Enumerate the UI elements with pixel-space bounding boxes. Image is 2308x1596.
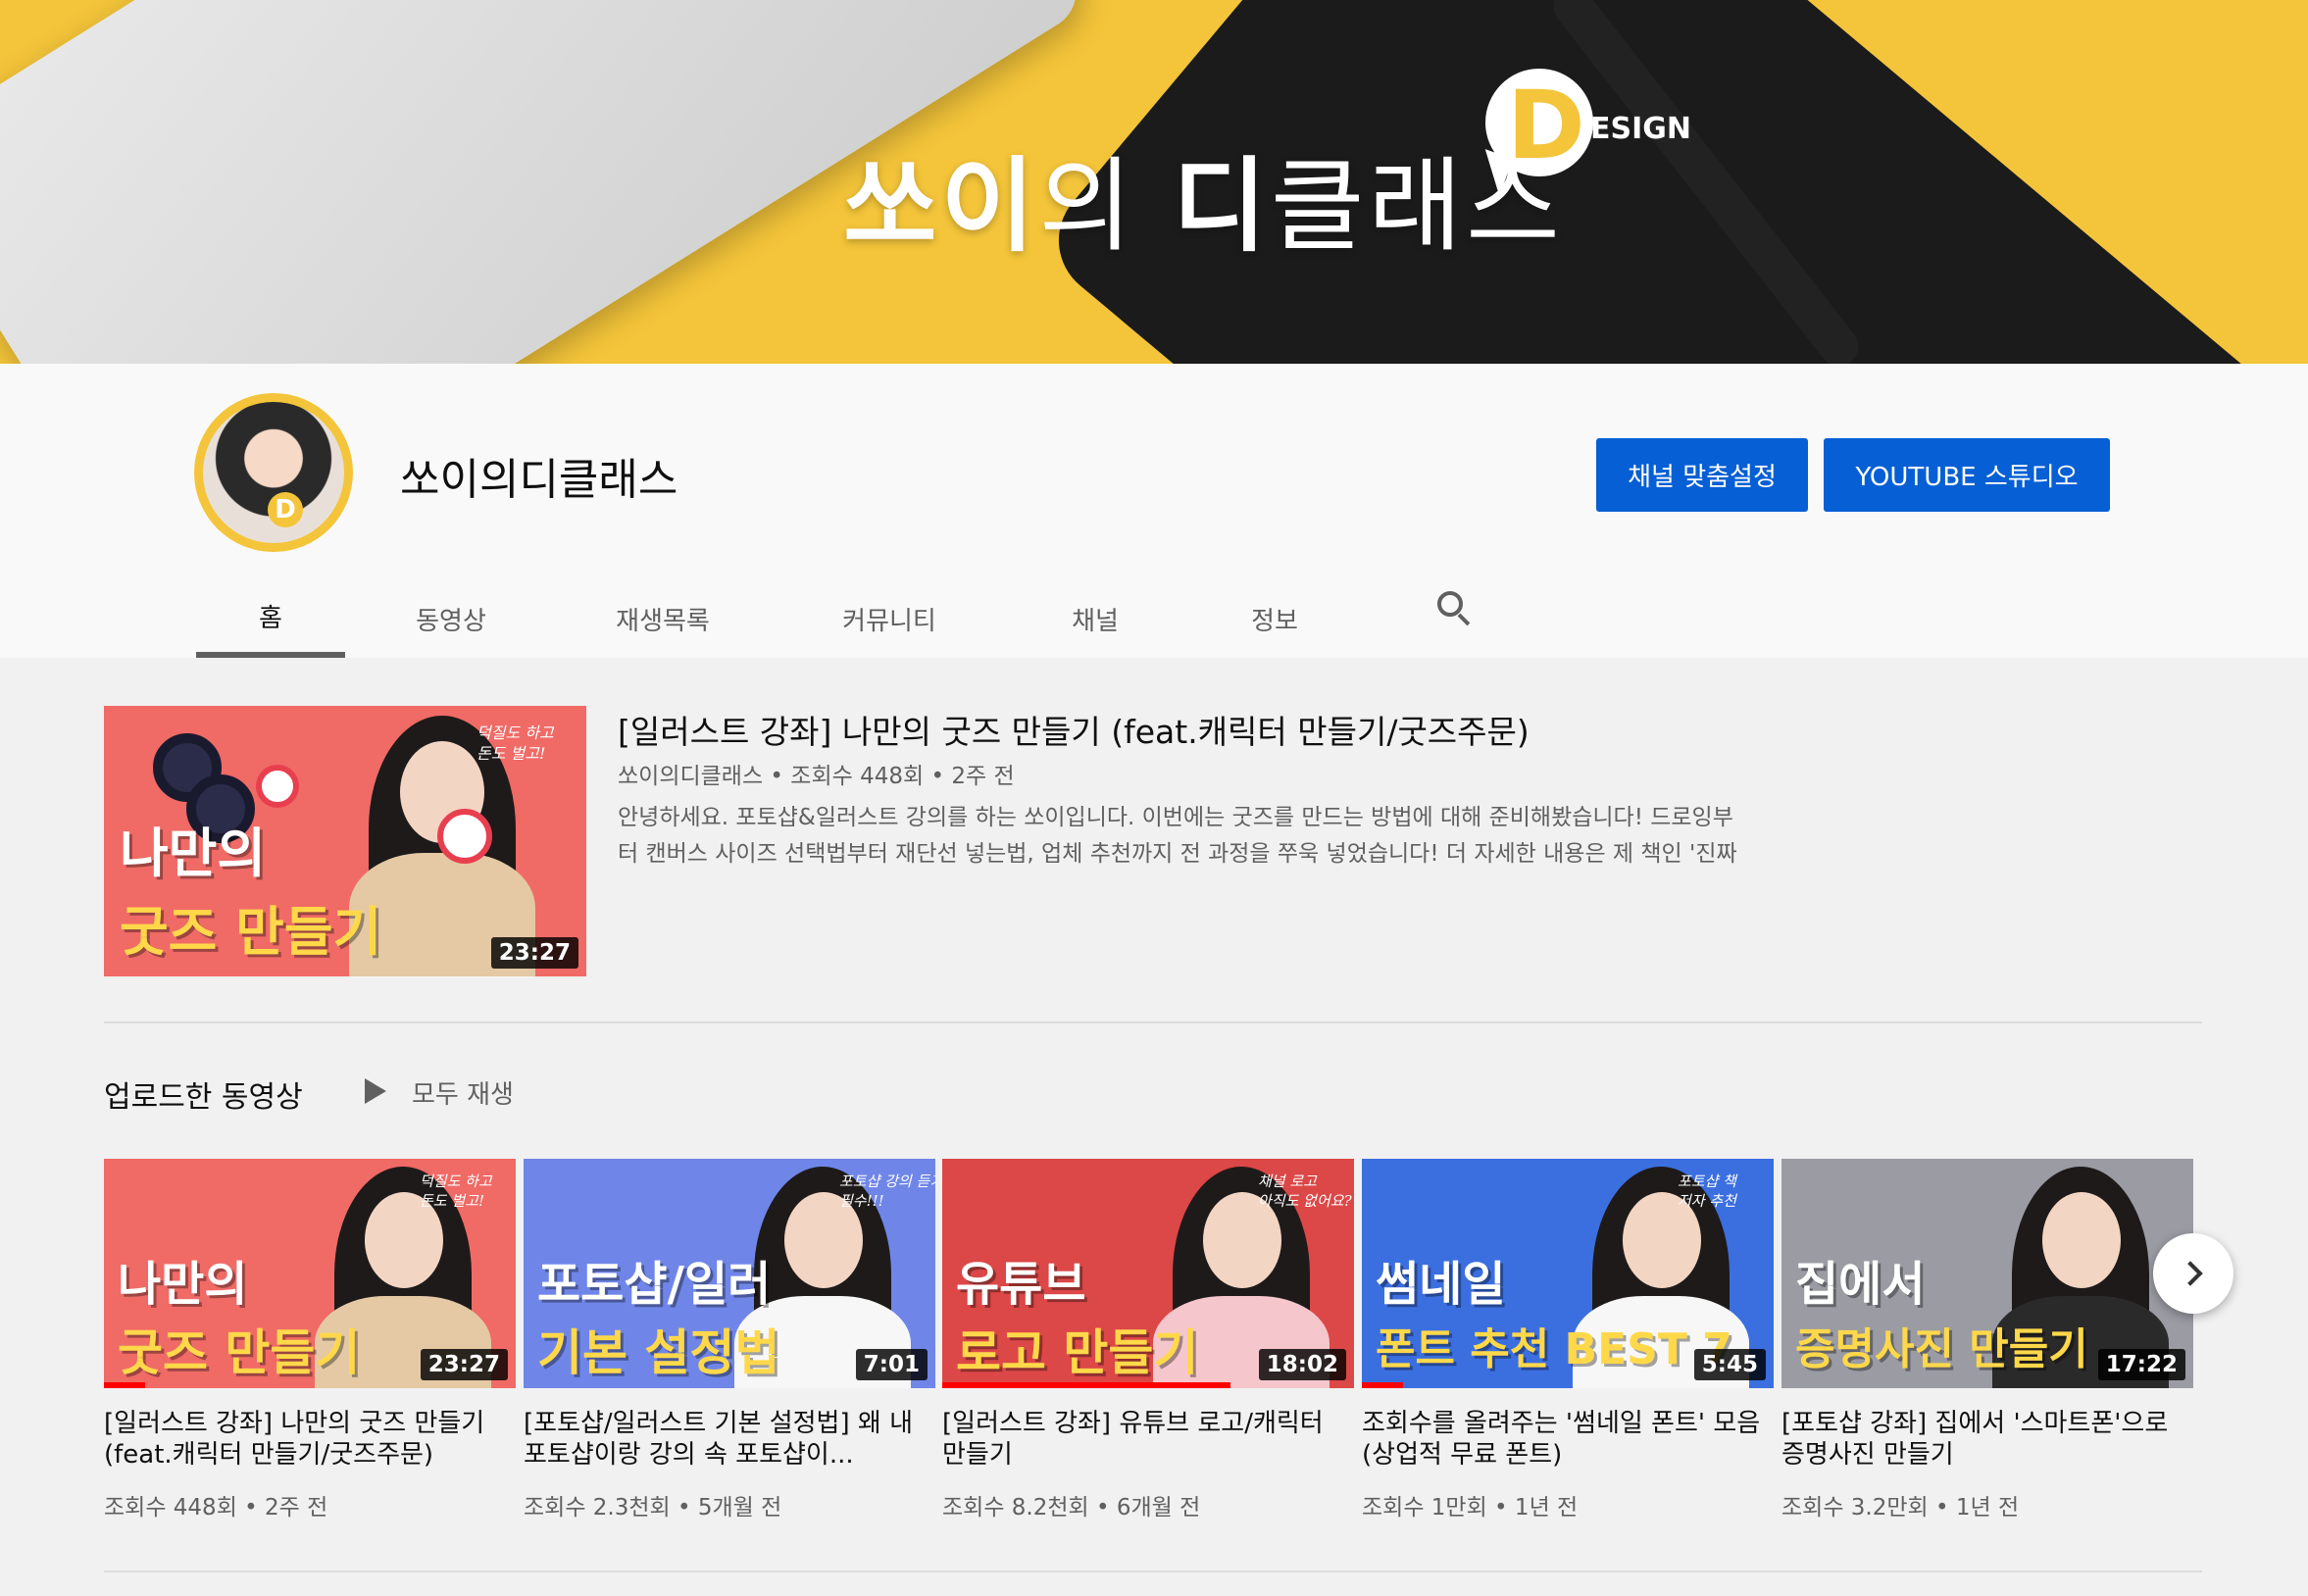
chevron-right-icon [2178, 1261, 2203, 1286]
watch-progress-bar [1362, 1382, 1403, 1388]
design-logo-text: ESIGN [1590, 112, 1691, 146]
video-meta: 조회수 3.2만회 • 1년 전 [1781, 1495, 2020, 1521]
video-meta: 조회수 448회 • 2주 전 [104, 1495, 328, 1521]
next-videos-button[interactable] [2153, 1233, 2233, 1314]
thumbnail-handwritten-note: 채널 로고 아직도 없어요? [1258, 1172, 1352, 1210]
video-thumbnail[interactable]: 포토샵 책 저자 추천 썸네일 폰트 추천 BEST 7 5:45 [1362, 1159, 1774, 1388]
tab-community[interactable]: 커뮤니티 [769, 579, 1010, 658]
section-divider [104, 1022, 2202, 1023]
channel-header: D 쏘이의디클래스 채널 맞춤설정 YOUTUBE 스튜디오 홈 동영상 재생목… [0, 364, 2308, 658]
thumbnail-title-line2: 굿즈 만들기 [120, 901, 382, 963]
thumbnail-title-line1: 나만의 [120, 823, 267, 884]
video-title[interactable]: [포토샵 강좌] 집에서 '스마트폰'으로 증명사진 만들기 [1781, 1408, 2193, 1471]
video-title[interactable]: [일러스트 강좌] 유튜브 로고/캐릭터 만들기 [942, 1408, 1354, 1471]
thumbnail-title-line1: 나만의 [118, 1257, 248, 1312]
uploads-section-title[interactable]: 업로드한 동영상 [104, 1072, 303, 1116]
tab-about[interactable]: 정보 [1180, 579, 1369, 658]
video-thumbnail[interactable]: 덕질도 하고 돈도 벌고! 나만의 굿즈 만들기 23:27 [104, 1159, 516, 1388]
thumbnail-handwritten-note: 포토샵 강의 듣기 전 필수!!! [839, 1172, 935, 1210]
video-title[interactable]: [포토샵/일러스트 기본 설정법] 왜 내 포토샵이랑 강의 속 포토샵이... [524, 1408, 935, 1471]
video-duration: 23:27 [420, 1349, 508, 1380]
design-logo-icon: D [1472, 69, 1593, 196]
thumbnail-title-line2: 폰트 추천 BEST 7 [1376, 1324, 1732, 1374]
thumbnail-title-line1: 썸네일 [1376, 1257, 1506, 1312]
youtube-studio-button[interactable]: YOUTUBE 스튜디오 [1824, 438, 2110, 512]
video-duration: 17:22 [2097, 1349, 2185, 1380]
customize-channel-button[interactable]: 채널 맞춤설정 [1596, 438, 1808, 512]
tab-playlists[interactable]: 재생목록 [557, 579, 769, 658]
channel-name: 쏘이의디클래스 [400, 455, 678, 505]
featured-video: 덕질도 하고 돈도 벌고! 나만의 굿즈 만들기 23:27 [일러스트 강좌]… [104, 706, 2202, 976]
banner-title: 쏘이의 디클래스 [843, 146, 1564, 266]
video-duration: 18:02 [1258, 1349, 1346, 1380]
avatar-logo-badge: D [268, 492, 303, 527]
thumbnail-title-line2: 굿즈 만들기 [118, 1324, 361, 1381]
thumbnail-title-line2: 로고 만들기 [956, 1324, 1199, 1381]
tab-channels[interactable]: 채널 [1010, 579, 1180, 658]
play-icon[interactable] [365, 1078, 386, 1104]
video-title[interactable]: [일러스트 강좌] 나만의 굿즈 만들기 (feat.캐릭터 만들기/굿즈주문) [104, 1408, 516, 1471]
thumbnail-title-line1: 유튜브 [956, 1257, 1086, 1312]
channel-tabs: 홈 동영상 재생목록 커뮤니티 채널 정보 [196, 579, 1369, 658]
upload-video-card[interactable]: 집에서 증명사진 만들기 17:22 [포토샵 강좌] 집에서 '스마트폰'으로… [1781, 1159, 2193, 1521]
video-meta: 조회수 2.3천회 • 5개월 전 [524, 1495, 782, 1521]
featured-video-title[interactable]: [일러스트 강좌] 나만의 굿즈 만들기 (feat.캐릭터 만들기/굿즈주문) [618, 706, 1530, 753]
video-thumbnail[interactable]: 집에서 증명사진 만들기 17:22 [1781, 1159, 2193, 1388]
thumbnail-title-line1: 집에서 [1795, 1257, 1926, 1312]
upload-video-card[interactable]: 포토샵 강의 듣기 전 필수!!! 포토샵/일러 기본 설정법 7:01 [포토… [524, 1159, 935, 1521]
video-thumbnail[interactable]: 포토샵 강의 듣기 전 필수!!! 포토샵/일러 기본 설정법 7:01 [524, 1159, 935, 1388]
tab-videos[interactable]: 동영상 [345, 579, 557, 658]
thumbnail-handwritten-note: 덕질도 하고 돈도 벌고! [420, 1172, 492, 1210]
video-title[interactable]: 조회수를 올려주는 '썸네일 폰트' 모음 (상업적 무료 폰트) [1362, 1408, 1774, 1471]
upload-video-card[interactable]: 덕질도 하고 돈도 벌고! 나만의 굿즈 만들기 23:27 [일러스트 강좌]… [104, 1159, 516, 1521]
tab-home[interactable]: 홈 [196, 579, 345, 658]
watch-progress-bar [104, 1382, 145, 1388]
featured-video-thumbnail[interactable]: 덕질도 하고 돈도 벌고! 나만의 굿즈 만들기 23:27 [104, 706, 586, 976]
thumbnail-handwritten-note: 포토샵 책 저자 추천 [1678, 1172, 1736, 1210]
thumbnail-title-line2: 기본 설정법 [537, 1324, 780, 1381]
video-thumbnail[interactable]: 채널 로고 아직도 없어요? 유튜브 로고 만들기 18:02 [942, 1159, 1354, 1388]
featured-video-description: 안녕하세요. 포토샵&일러스트 강의를 하는 쏘이입니다. 이번에는 굿즈를 만… [618, 805, 1737, 867]
video-duration: 23:27 [490, 937, 578, 969]
thumbnail-handwritten-note: 덕질도 하고 돈도 벌고! [477, 723, 554, 763]
thumbnail-title-line2: 증명사진 만들기 [1795, 1324, 2088, 1374]
channel-banner: 쏘이의 디클래스 D ESIGN [0, 0, 2308, 364]
search-icon[interactable] [1435, 589, 1475, 628]
upload-video-card[interactable]: 채널 로고 아직도 없어요? 유튜브 로고 만들기 18:02 [일러스트 강좌… [942, 1159, 1354, 1521]
play-all-button[interactable]: 모두 재생 [412, 1074, 514, 1111]
watch-progress-bar [942, 1382, 1230, 1388]
channel-avatar[interactable]: D [194, 393, 353, 552]
video-meta: 조회수 8.2천회 • 6개월 전 [942, 1495, 1201, 1521]
section-divider-bottom [104, 1571, 2202, 1572]
featured-video-meta: 쏘이의디클래스 • 조회수 448회 • 2주 전 [618, 764, 1015, 789]
video-duration: 7:01 [855, 1349, 928, 1380]
video-meta: 조회수 1만회 • 1년 전 [1362, 1495, 1579, 1521]
thumbnail-title-line1: 포토샵/일러 [537, 1257, 772, 1312]
upload-video-card[interactable]: 포토샵 책 저자 추천 썸네일 폰트 추천 BEST 7 5:45 조회수를 올… [1362, 1159, 1774, 1521]
video-duration: 5:45 [1693, 1349, 1766, 1380]
